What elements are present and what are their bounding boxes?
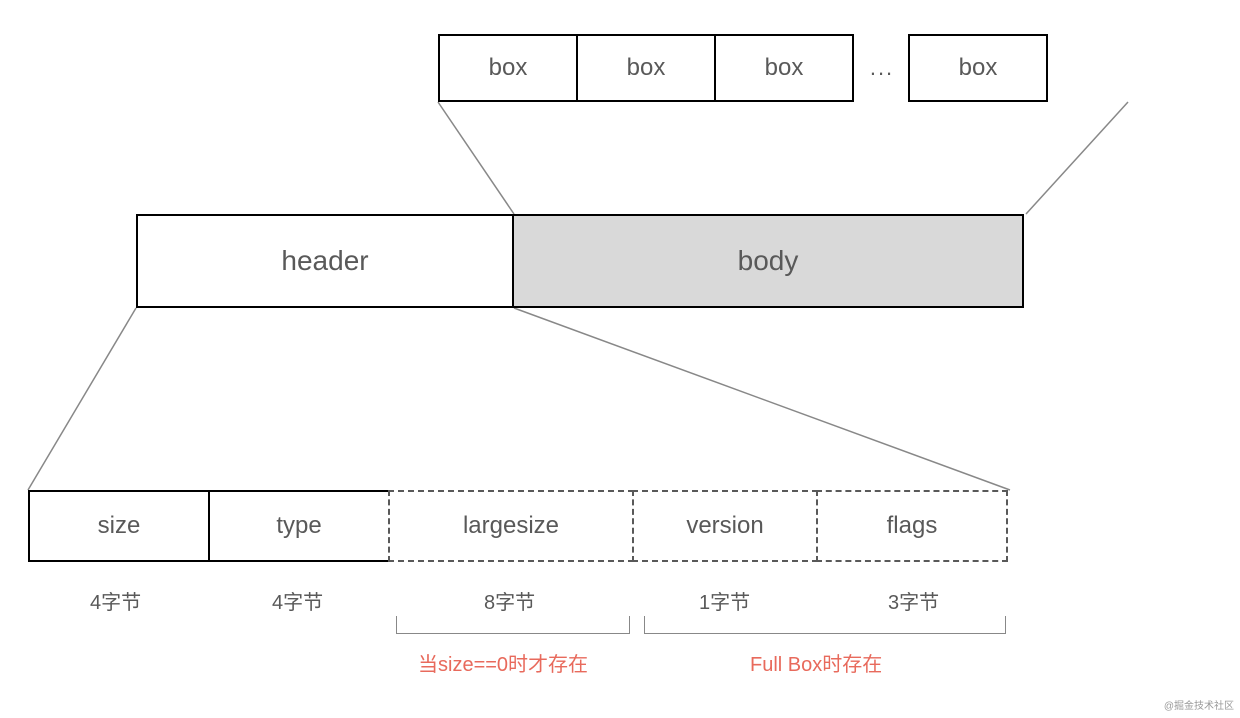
- bytes-label-type: 4字节: [272, 586, 323, 615]
- header-expansion-row: size type largesize version flags: [28, 490, 1008, 562]
- ellipsis: ...: [854, 34, 910, 102]
- field-largesize: largesize: [388, 490, 634, 562]
- body-expansion-row: box box box ... box: [438, 34, 1048, 102]
- field-flags: flags: [816, 490, 1008, 562]
- field-size: size: [28, 490, 210, 562]
- field-type: type: [208, 490, 390, 562]
- bytes-label-flags: 3字节: [888, 586, 939, 615]
- bracket-fullbox: [644, 616, 1006, 634]
- bytes-label-version: 1字节: [699, 586, 750, 615]
- field-version: version: [632, 490, 818, 562]
- box-cell: box: [438, 34, 578, 102]
- box-cell: box: [908, 34, 1048, 102]
- bytes-label-largesize: 8字节: [484, 586, 535, 615]
- body-cell: body: [512, 214, 1024, 308]
- note-largesize: 当size==0时才存在: [418, 648, 588, 677]
- watermark: @掘金技术社区: [1164, 697, 1234, 712]
- box-cell: box: [714, 34, 854, 102]
- note-fullbox: Full Box时存在: [750, 648, 882, 677]
- connector-lines: [0, 0, 1240, 718]
- box-cell: box: [576, 34, 716, 102]
- header-cell: header: [136, 214, 514, 308]
- bracket-largesize: [396, 616, 630, 634]
- box-structure-row: header body: [136, 214, 1024, 308]
- bytes-label-size: 4字节: [90, 586, 141, 615]
